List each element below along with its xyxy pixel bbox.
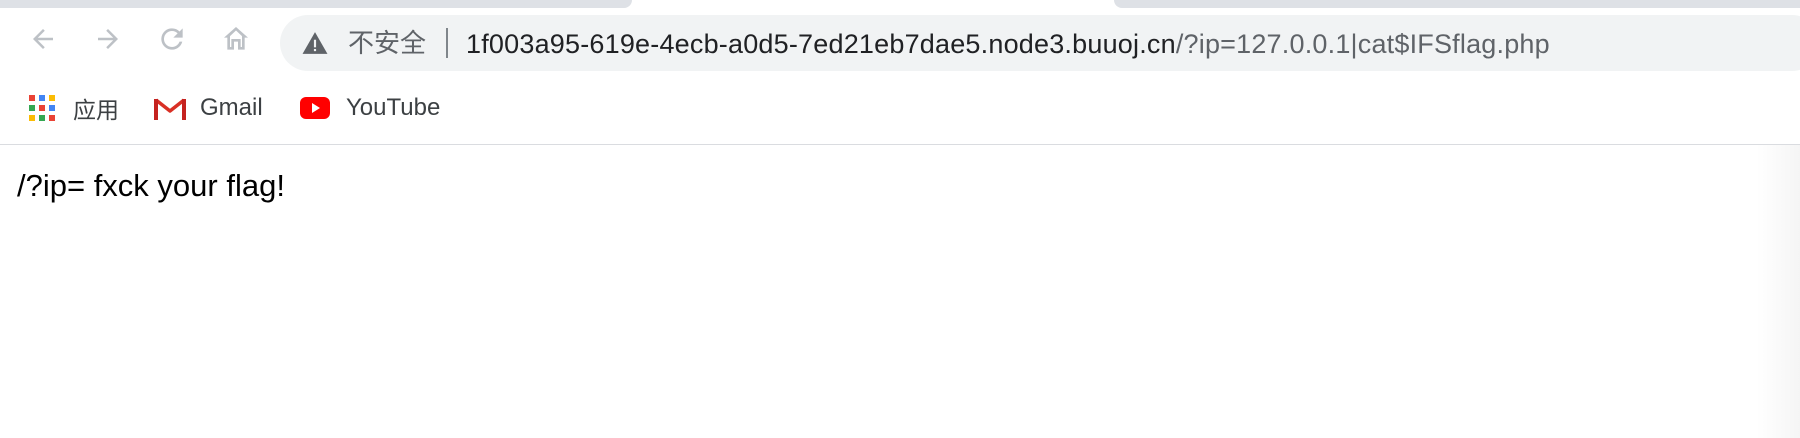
home-button[interactable] bbox=[216, 19, 256, 59]
warning-triangle-icon[interactable] bbox=[302, 31, 328, 55]
address-bar[interactable]: 不安全 1f003a95-619e-4ecb-a0d5-7ed21eb7dae5… bbox=[280, 15, 1800, 71]
youtube-icon bbox=[300, 97, 330, 119]
tab-strip bbox=[0, 0, 1800, 8]
page-body-text: /?ip= fxck your flag! bbox=[17, 168, 285, 203]
inactive-tab-left[interactable] bbox=[0, 0, 632, 8]
bookmark-gmail-label: Gmail bbox=[200, 94, 263, 121]
browser-toolbar: 不安全 1f003a95-619e-4ecb-a0d5-7ed21eb7dae5… bbox=[0, 8, 1800, 80]
page-content: /?ip= fxck your flag! bbox=[0, 145, 1800, 438]
apps-grid-icon bbox=[29, 95, 55, 121]
reload-icon bbox=[161, 28, 183, 50]
reload-button[interactable] bbox=[152, 19, 192, 59]
forward-button[interactable] bbox=[88, 19, 128, 59]
bookmark-youtube[interactable]: YouTube bbox=[300, 88, 440, 128]
bookmark-youtube-label: YouTube bbox=[346, 94, 441, 121]
bookmark-gmail[interactable]: Gmail bbox=[154, 88, 263, 128]
url-host[interactable]: 1f003a95-619e-4ecb-a0d5-7ed21eb7dae5.nod… bbox=[466, 29, 1176, 59]
home-icon bbox=[224, 27, 248, 50]
security-status-label[interactable]: 不安全 bbox=[348, 29, 426, 59]
bookmark-apps[interactable]: 应用 bbox=[29, 88, 119, 128]
inactive-tab-right[interactable] bbox=[1114, 0, 1800, 8]
omnibox-divider bbox=[446, 28, 448, 58]
url-path[interactable]: /?ip=127.0.0.1|cat$IFSflag.php bbox=[1176, 29, 1550, 59]
browser-window: 不安全 1f003a95-619e-4ecb-a0d5-7ed21eb7dae5… bbox=[0, 0, 1800, 438]
back-button[interactable] bbox=[23, 19, 63, 59]
arrow-right-icon bbox=[98, 29, 118, 49]
bookmark-apps-label: 应用 bbox=[73, 98, 119, 124]
bookmarks-bar: 应用 Gmail YouTube bbox=[0, 88, 1800, 128]
page-edge-shadow bbox=[1756, 145, 1800, 438]
arrow-left-icon bbox=[33, 29, 53, 49]
url-text[interactable]: 1f003a95-619e-4ecb-a0d5-7ed21eb7dae5.nod… bbox=[466, 29, 1550, 59]
gmail-icon bbox=[154, 98, 186, 120]
